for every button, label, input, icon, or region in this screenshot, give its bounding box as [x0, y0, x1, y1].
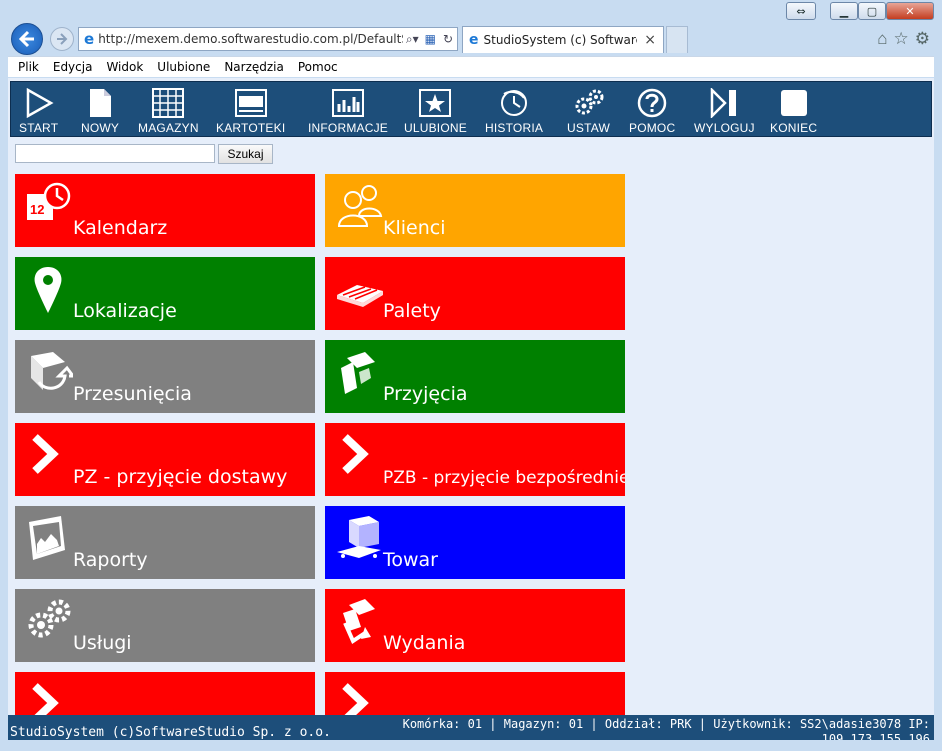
tile-label: Raporty	[73, 549, 148, 571]
minimize-button[interactable]: ▁	[830, 2, 858, 20]
tile-wydania[interactable]: Wydania	[325, 589, 625, 662]
play-icon	[26, 88, 54, 118]
tile-lokalizacje[interactable]: Lokalizacje	[15, 257, 315, 330]
grid-icon	[152, 88, 185, 118]
tile-uslugi[interactable]: Usługi	[15, 589, 315, 662]
tile-label: Palety	[383, 300, 441, 322]
document-icon	[90, 89, 112, 117]
address-bar[interactable]: e http://mexem.demo.softwarestudio.com.p…	[78, 27, 458, 51]
menu-pomoc[interactable]: Pomoc	[298, 60, 338, 74]
location-pin-icon	[34, 267, 62, 313]
tile-kalendarz[interactable]: 12 Kalendarz	[15, 174, 315, 247]
compat-icon[interactable]: ▦	[425, 32, 436, 46]
toolbar-pomoc[interactable]: POMOC	[629, 82, 675, 138]
gears-icon	[575, 89, 603, 115]
stop-icon	[780, 90, 807, 116]
chevron-right-icon	[32, 434, 59, 474]
menu-plik[interactable]: Plik	[18, 60, 39, 74]
search-input[interactable]	[15, 144, 215, 163]
tile-pz[interactable]: PZ - przyjęcie dostawy	[15, 423, 315, 496]
browser-tab[interactable]: e StudioSystem (c) SoftwareS... ×	[462, 26, 664, 53]
tile-towar[interactable]: Towar	[325, 506, 625, 579]
back-button[interactable]	[11, 23, 43, 55]
tile-pzb[interactable]: PZB - przyjęcie bezpośrednie	[325, 423, 625, 496]
maximize-button[interactable]: ▢	[858, 2, 886, 20]
refresh-icon[interactable]: ↻	[443, 32, 453, 46]
tile-raporty[interactable]: Raporty	[15, 506, 315, 579]
tile-label: Przyjęcia	[383, 383, 468, 405]
menu-bar: Plik Edycja Widok Ulubione Narzędzia Pom…	[8, 56, 934, 77]
browser-window: ⇔ ▁ ▢ ✕ e http://mexem.demo.softwarestud…	[0, 0, 942, 751]
tile-label: Klienci	[383, 217, 446, 239]
tile-label: Usługi	[73, 632, 132, 654]
menu-narzedzia[interactable]: Narzędzia	[224, 60, 284, 74]
window-icon	[234, 89, 267, 117]
tile-label: PZB - przyjęcie bezpośrednie	[383, 468, 625, 488]
url-text: http://mexem.demo.softwarestudio.com.pl/…	[98, 32, 403, 46]
history-icon	[501, 90, 528, 116]
svg-text:12: 12	[30, 202, 44, 217]
tab-close-icon[interactable]: ×	[644, 32, 656, 48]
help-icon	[637, 88, 667, 118]
status-bar: StudioSystem (c)SoftwareStudio Sp. z o.o…	[8, 715, 934, 740]
bar-chart-icon	[332, 89, 364, 117]
menu-widok[interactable]: Widok	[106, 60, 143, 74]
toolbar-historia[interactable]: HISTORIA	[485, 82, 543, 138]
tile-label: Przesunięcia	[73, 383, 192, 405]
chevron-right-icon	[342, 434, 369, 474]
restore-icon[interactable]: ⇔	[786, 2, 816, 20]
home-icon[interactable]: ⌂	[877, 29, 887, 49]
gears-icon	[28, 599, 71, 638]
logout-icon	[711, 88, 737, 118]
search-dropdown-icon[interactable]: ⌕▾	[406, 32, 419, 47]
forward-button[interactable]	[50, 27, 74, 51]
menu-ulubione[interactable]: Ulubione	[157, 60, 210, 74]
report-icon	[29, 516, 65, 560]
toolbar-nowy[interactable]: NOWY	[81, 82, 119, 138]
favorites-star-icon[interactable]: ☆	[894, 29, 909, 49]
toolbar-magazyn[interactable]: MAGAZYN	[138, 82, 199, 138]
tile-label: PZ - przyjęcie dostawy	[73, 466, 288, 488]
page-content: START NOWY MAGAZYN KARTOTEKI INFORMACJE …	[8, 78, 934, 740]
tile-label: Kalendarz	[73, 217, 168, 239]
tile-przesuniecia[interactable]: Przesunięcia	[15, 340, 315, 413]
arrow-left-icon	[18, 30, 34, 48]
new-tab-button[interactable]	[666, 26, 688, 53]
status-session-info: Komórka: 01 | Magazyn: 01 | Oddział: PRK…	[402, 717, 930, 731]
status-ip: 109.173.155.196	[821, 732, 930, 740]
toolbar-koniec[interactable]: KONIEC	[770, 82, 817, 138]
tile-klienci[interactable]: Klienci	[325, 174, 625, 247]
settings-gear-icon[interactable]: ⚙	[915, 29, 930, 49]
toolbar-kartoteki[interactable]: KARTOTEKI	[216, 82, 285, 138]
tile-label: Towar	[383, 549, 438, 571]
issue-icon	[343, 599, 375, 644]
tile-palety[interactable]: Palety	[325, 257, 625, 330]
menu-edycja[interactable]: Edycja	[53, 60, 93, 74]
ie-icon: e	[84, 30, 95, 48]
toolbar-wyloguj[interactable]: WYLOGUJ	[694, 82, 755, 138]
close-window-button[interactable]: ✕	[886, 2, 934, 20]
tab-title: StudioSystem (c) SoftwareS...	[483, 33, 638, 47]
calendar-icon: 12	[27, 182, 71, 220]
toolbar-informacje[interactable]: INFORMACJE	[308, 82, 388, 138]
search-button[interactable]: Szukaj	[218, 144, 273, 164]
star-icon	[419, 89, 452, 117]
receipt-icon	[341, 352, 375, 394]
toolbar-ulubione[interactable]: ULUBIONE	[404, 82, 467, 138]
toolbar-ustaw[interactable]: USTAW	[567, 82, 610, 138]
arrow-right-icon	[57, 33, 68, 45]
move-icon	[31, 352, 73, 390]
status-copyright: StudioSystem (c)SoftwareStudio Sp. z o.o…	[10, 725, 331, 740]
pallet-icon	[337, 285, 383, 307]
tile-label: Wydania	[383, 632, 466, 654]
toolbar-start[interactable]: START	[19, 82, 58, 138]
tile-przyjecia[interactable]: Przyjęcia	[325, 340, 625, 413]
tile-label: Lokalizacje	[73, 300, 177, 322]
clients-icon	[337, 185, 383, 227]
app-toolbar: START NOWY MAGAZYN KARTOTEKI INFORMACJE …	[10, 81, 932, 137]
goods-icon	[337, 516, 381, 558]
ie-tab-icon: e	[469, 32, 479, 48]
